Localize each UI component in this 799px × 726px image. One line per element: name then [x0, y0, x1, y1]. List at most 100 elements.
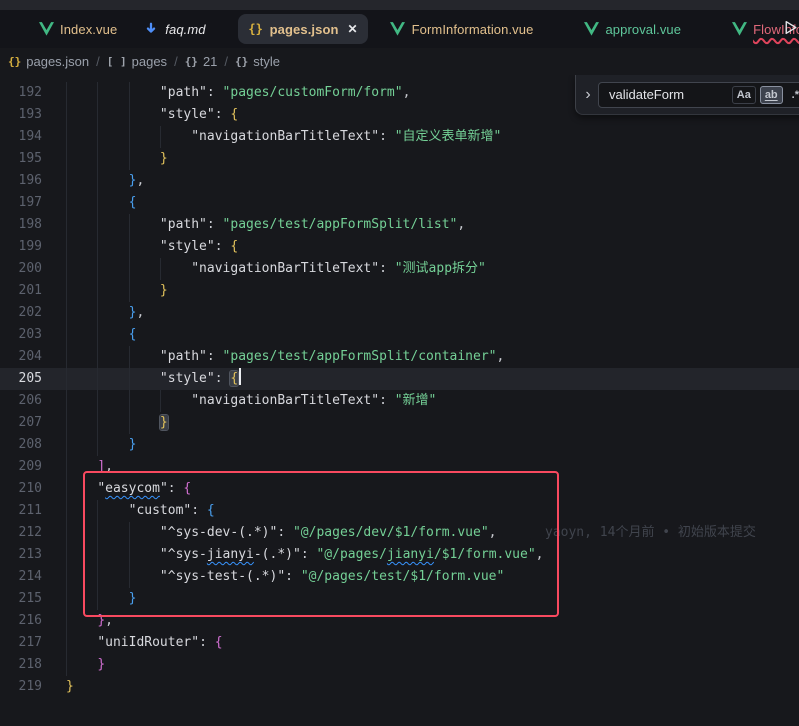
line-number[interactable]: 204 [0, 346, 42, 368]
indent-guide [66, 544, 67, 566]
line-number[interactable]: 197 [0, 192, 42, 214]
breadcrumb-item-pages-json[interactable]: {}pages.json [8, 54, 89, 69]
code-line[interactable]: 205 "style": { [0, 368, 799, 390]
code-text: { [42, 192, 799, 214]
line-number[interactable]: 192 [0, 82, 42, 104]
line-number[interactable]: 199 [0, 236, 42, 258]
indent-guide [129, 126, 130, 148]
code-editor[interactable]: 192 "path": "pages/customForm/form",193 … [0, 75, 799, 726]
indent-guide [160, 390, 161, 412]
code-lines: 192 "path": "pages/customForm/form",193 … [0, 75, 799, 698]
line-number[interactable]: 217 [0, 632, 42, 654]
code-text: } [42, 412, 799, 434]
code-line[interactable]: 201 } [0, 280, 799, 302]
line-number[interactable]: 216 [0, 610, 42, 632]
code-text: "navigationBarTitleText": "自定义表单新增" [42, 126, 799, 148]
line-number[interactable]: 202 [0, 302, 42, 324]
line-number[interactable]: 208 [0, 434, 42, 456]
tab-forminformation-vue[interactable]: FormInformation.vue [380, 14, 544, 44]
tab-label: Index.vue [60, 22, 117, 37]
code-line[interactable]: 207 } [0, 412, 799, 434]
code-line[interactable]: 211 "custom": { [0, 500, 799, 522]
tab-pages-json[interactable]: {}pages.json✕ [238, 14, 368, 44]
indent-guide [97, 126, 98, 148]
line-number[interactable]: 203 [0, 324, 42, 346]
code-line[interactable]: 218 } [0, 654, 799, 676]
line-number[interactable]: 218 [0, 654, 42, 676]
line-number[interactable]: 196 [0, 170, 42, 192]
code-line[interactable]: 197 { [0, 192, 799, 214]
code-line[interactable]: 200 "navigationBarTitleText": "测试app拆分" [0, 258, 799, 280]
indent-guide [66, 632, 67, 654]
indent-guide [66, 104, 67, 126]
regex-button[interactable]: .* [787, 86, 799, 104]
indent-guide [97, 258, 98, 280]
line-number[interactable]: 212 [0, 522, 42, 544]
tab-label: approval.vue [605, 22, 681, 37]
tab-bar: Index.vue faq.md {}pages.json✕ FormInformat… [0, 10, 799, 48]
line-number[interactable]: 214 [0, 566, 42, 588]
code-line[interactable]: 194 "navigationBarTitleText": "自定义表单新增" [0, 126, 799, 148]
line-number[interactable]: 210 [0, 478, 42, 500]
breadcrumb-item-pages[interactable]: [ ]pages [107, 54, 167, 69]
indent-guide [66, 478, 67, 500]
indent-guide [97, 346, 98, 368]
indent-guide [66, 588, 67, 610]
indent-guide [129, 148, 130, 170]
tab-faq-md[interactable]: faq.md [133, 14, 215, 44]
find-input[interactable] [609, 87, 728, 102]
code-line[interactable]: 215 } [0, 588, 799, 610]
line-number[interactable]: 209 [0, 456, 42, 478]
breadcrumb-item-style[interactable]: {}style [235, 54, 280, 69]
code-line[interactable]: 203 { [0, 324, 799, 346]
code-line[interactable]: 213 "^sys-jianyi-(.*)": "@/pages/jianyi/… [0, 544, 799, 566]
code-line[interactable]: 199 "style": { [0, 236, 799, 258]
line-number[interactable]: 201 [0, 280, 42, 302]
code-line[interactable]: 196 }, [0, 170, 799, 192]
line-number[interactable]: 193 [0, 104, 42, 126]
code-line[interactable]: 217 "uniIdRouter": { [0, 632, 799, 654]
code-line[interactable]: 210 "easycom": { [0, 478, 799, 500]
toggle-replace-chevron-icon[interactable]: › [581, 86, 595, 104]
code-text: "easycom": { [42, 478, 799, 500]
tab-index-vue[interactable]: Index.vue [28, 14, 127, 44]
close-icon[interactable]: ✕ [348, 22, 358, 36]
line-number[interactable]: 207 [0, 412, 42, 434]
line-number[interactable]: 211 [0, 500, 42, 522]
indent-guide [66, 82, 67, 104]
code-line[interactable]: 209 ], [0, 456, 799, 478]
code-line[interactable]: 214 "^sys-test-(.*)": "@/pages/test/$1/f… [0, 566, 799, 588]
whole-word-button[interactable]: ab [760, 86, 783, 104]
find-input-wrap: Aa ab .* [598, 82, 799, 108]
line-number[interactable]: 219 [0, 676, 42, 698]
code-line[interactable]: 206 "navigationBarTitleText": "新增" [0, 390, 799, 412]
tab-approval-vue[interactable]: approval.vue [573, 14, 691, 44]
line-number[interactable]: 198 [0, 214, 42, 236]
code-line[interactable]: 208 } [0, 434, 799, 456]
line-number[interactable]: 206 [0, 390, 42, 412]
code-text: "custom": { [42, 500, 799, 522]
code-line[interactable]: 204 "path": "pages/test/appFormSplit/con… [0, 346, 799, 368]
breadcrumb-label: pages.json [26, 54, 89, 69]
line-number[interactable]: 205 [0, 368, 42, 390]
indent-guide [97, 82, 98, 104]
code-line[interactable]: 202 }, [0, 302, 799, 324]
line-number[interactable]: 200 [0, 258, 42, 280]
code-line[interactable]: 198 "path": "pages/test/appFormSplit/lis… [0, 214, 799, 236]
code-line[interactable]: 216 }, [0, 610, 799, 632]
line-number[interactable]: 213 [0, 544, 42, 566]
code-line[interactable]: 195 } [0, 148, 799, 170]
line-number[interactable]: 194 [0, 126, 42, 148]
line-number[interactable]: 215 [0, 588, 42, 610]
breadcrumb-separator: / [224, 54, 228, 69]
code-line[interactable]: 212 "^sys-dev-(.*)": "@/pages/dev/$1/for… [0, 522, 799, 544]
indent-guide [66, 192, 67, 214]
match-case-button[interactable]: Aa [732, 86, 756, 104]
indent-guide [97, 302, 98, 324]
breadcrumb-label: 21 [203, 54, 217, 69]
run-button[interactable] [782, 19, 799, 39]
code-text: "^sys-jianyi-(.*)": "@/pages/jianyi/$1/f… [42, 544, 799, 566]
line-number[interactable]: 195 [0, 148, 42, 170]
code-line[interactable]: 219} [0, 676, 799, 698]
breadcrumb-item-21[interactable]: {}21 [185, 54, 218, 69]
